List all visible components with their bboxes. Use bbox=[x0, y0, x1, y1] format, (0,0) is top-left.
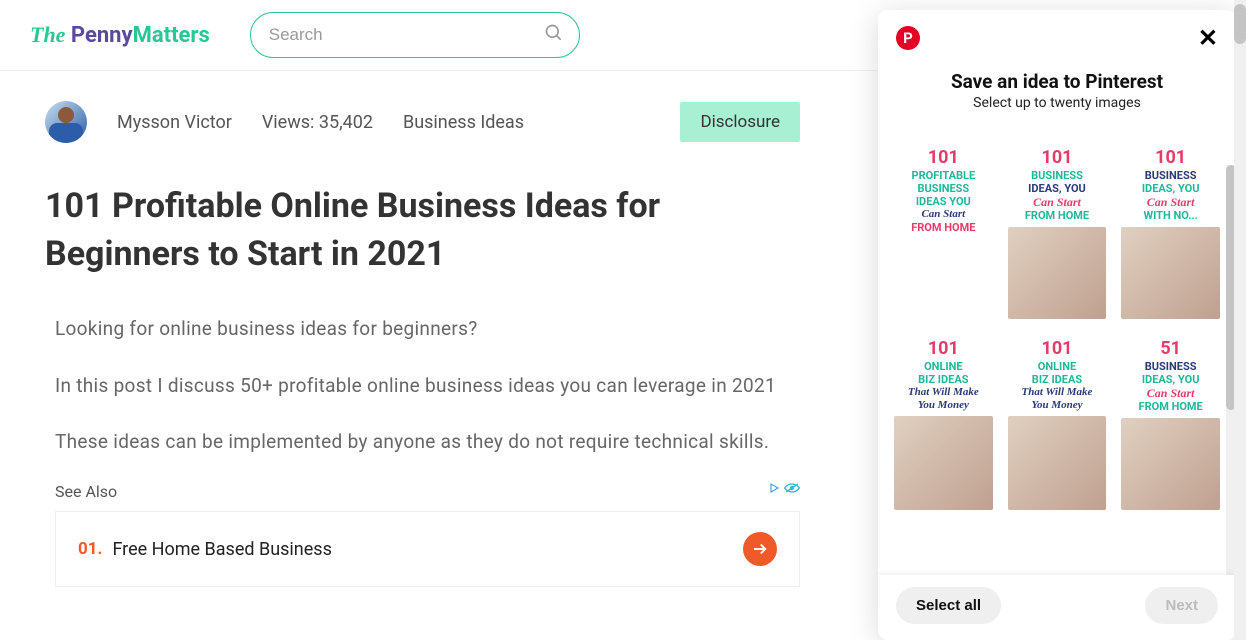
close-icon[interactable]: ✕ bbox=[1198, 24, 1218, 52]
article-body: Looking for online business ideas for be… bbox=[45, 313, 800, 587]
page-scrollbar[interactable] bbox=[1234, 0, 1246, 640]
logo-penny: Penny bbox=[71, 23, 133, 48]
ad-eye-icon bbox=[784, 482, 800, 494]
pinterest-header: P ✕ Save an idea to Pinterest Select up … bbox=[878, 10, 1236, 111]
article-meta: Mysson Victor Views: 35,402 Business Ide… bbox=[45, 101, 800, 143]
pin-image-card[interactable]: 101 BUSINESS IDEAS, YOU Can Start FROM H… bbox=[1004, 141, 1111, 325]
card-image bbox=[1121, 227, 1220, 319]
card-image bbox=[1008, 227, 1107, 319]
card-image bbox=[1008, 416, 1107, 510]
search-box bbox=[250, 12, 580, 58]
article-category[interactable]: Business Ideas bbox=[403, 112, 524, 133]
related-text: Free Home Based Business bbox=[112, 539, 331, 560]
view-count: Views: 35,402 bbox=[262, 112, 373, 133]
site-logo[interactable]: The PennyMatters bbox=[30, 22, 210, 48]
logo-matters: Matters bbox=[133, 23, 210, 48]
author-avatar[interactable] bbox=[45, 101, 87, 143]
author-name[interactable]: Mysson Victor bbox=[117, 112, 232, 133]
logo-the: The bbox=[30, 22, 65, 47]
see-also-header: See Also bbox=[55, 482, 800, 501]
search-icon[interactable] bbox=[544, 23, 564, 47]
search-input[interactable] bbox=[250, 12, 580, 58]
arrow-right-icon[interactable] bbox=[743, 532, 777, 566]
next-button[interactable]: Next bbox=[1145, 587, 1218, 624]
paragraph: Looking for online business ideas for be… bbox=[55, 313, 800, 344]
ad-triangle-icon bbox=[768, 482, 780, 494]
paragraph: In this post I discuss 50+ profitable on… bbox=[55, 370, 800, 401]
pin-image-card[interactable]: 101 BUSINESS IDEAS, YOU Can Start WITH N… bbox=[1117, 141, 1224, 325]
pinterest-panel: P ✕ Save an idea to Pinterest Select up … bbox=[878, 10, 1236, 640]
card-image bbox=[894, 416, 993, 510]
pinterest-footer: Select all Next bbox=[878, 575, 1236, 640]
pin-image-card[interactable]: 51 BUSINESS IDEAS, YOU Can Start FROM HO… bbox=[1117, 332, 1224, 516]
scrollbar-thumb[interactable] bbox=[1234, 4, 1246, 44]
pinterest-grid: 101 PROFITABLE BUSINESS IDEAS YOU Can St… bbox=[878, 111, 1236, 521]
see-also-label: See Also bbox=[55, 482, 117, 501]
pinterest-title: Save an idea to Pinterest bbox=[896, 70, 1218, 93]
paragraph: These ideas can be implemented by anyone… bbox=[55, 426, 800, 457]
pin-image-card[interactable]: 101 PROFITABLE BUSINESS IDEAS YOU Can St… bbox=[890, 141, 997, 325]
related-number: 01. bbox=[78, 539, 102, 559]
pinterest-logo-icon: P bbox=[896, 26, 920, 50]
pinterest-subtitle: Select up to twenty images bbox=[896, 95, 1218, 111]
main-content: Mysson Victor Views: 35,402 Business Ide… bbox=[0, 71, 840, 617]
disclosure-button[interactable]: Disclosure bbox=[680, 102, 800, 142]
select-all-button[interactable]: Select all bbox=[896, 587, 1001, 624]
related-item[interactable]: 01. Free Home Based Business bbox=[55, 511, 800, 587]
card-image bbox=[1121, 418, 1220, 510]
article-title: 101 Profitable Online Business Ideas for… bbox=[45, 183, 800, 278]
pin-image-card[interactable]: 101 ONLINE BIZ IDEAS That Will Make You … bbox=[890, 332, 997, 516]
ad-icons[interactable] bbox=[768, 482, 800, 494]
pin-image-card[interactable]: 101 ONLINE BIZ IDEAS That Will Make You … bbox=[1004, 332, 1111, 516]
